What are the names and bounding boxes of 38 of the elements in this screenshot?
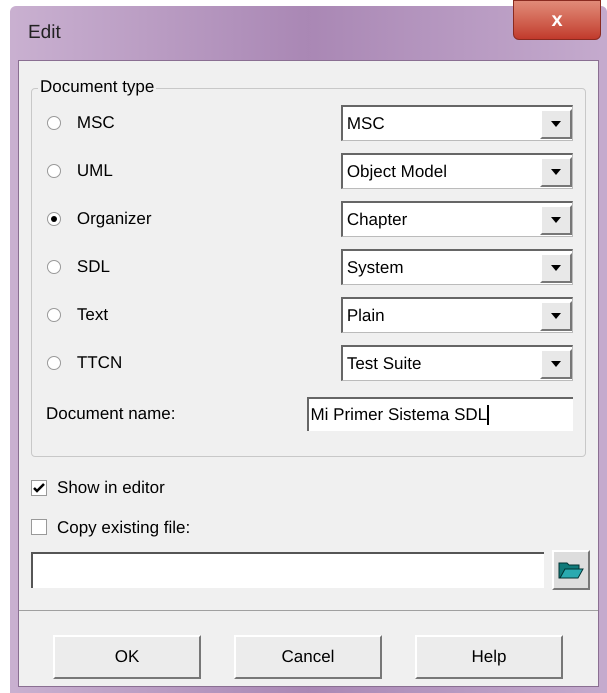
file-path-field[interactable] [31,552,544,588]
radio-label: Organizer [76,208,153,230]
dropdown-arrow-icon [551,120,561,126]
checkbox-label: Show in editor [57,477,165,499]
radio-label: UML [76,160,114,182]
close-button[interactable]: x [513,0,601,40]
radio-button[interactable] [47,212,61,226]
radio-button[interactable] [47,116,61,130]
dropdown-arrow-icon [551,216,561,222]
window-title: Edit [28,20,61,45]
checkbox[interactable] [31,519,47,536]
radio-button[interactable] [47,164,61,178]
document-name-field[interactable]: Mi Primer Sistema SDL [306,397,573,431]
field-label: Document name: [46,403,176,426]
radio-button[interactable] [47,260,61,274]
radio-label: SDL [76,256,111,278]
radio-label: TTCN [76,352,124,374]
radio-label: Text [76,304,110,326]
checkbox-label: Copy existing file: [57,516,190,538]
dialog-button[interactable]: Help [415,635,563,679]
dropdown-arrow-icon [551,168,561,174]
dialog-button[interactable]: OK [53,635,201,679]
radio-button[interactable] [47,356,61,370]
dropdown-arrow-icon [551,312,561,318]
dialog-button[interactable]: Cancel [234,635,382,679]
type-dropdown[interactable]: Plain [340,297,573,333]
folder-icon [558,560,584,580]
radio-label: MSC [76,112,116,134]
dropdown-arrow-icon [551,360,561,366]
checkbox[interactable] [31,480,47,496]
type-dropdown[interactable]: System [340,249,573,285]
type-dropdown[interactable]: Test Suite [340,345,573,381]
dropdown-arrow-icon [551,264,561,270]
type-dropdown[interactable]: MSC [340,105,573,141]
type-dropdown[interactable]: Object Model [340,153,573,189]
type-dropdown[interactable]: Chapter [340,201,573,237]
browse-button[interactable] [552,550,590,590]
radio-button[interactable] [47,308,61,322]
